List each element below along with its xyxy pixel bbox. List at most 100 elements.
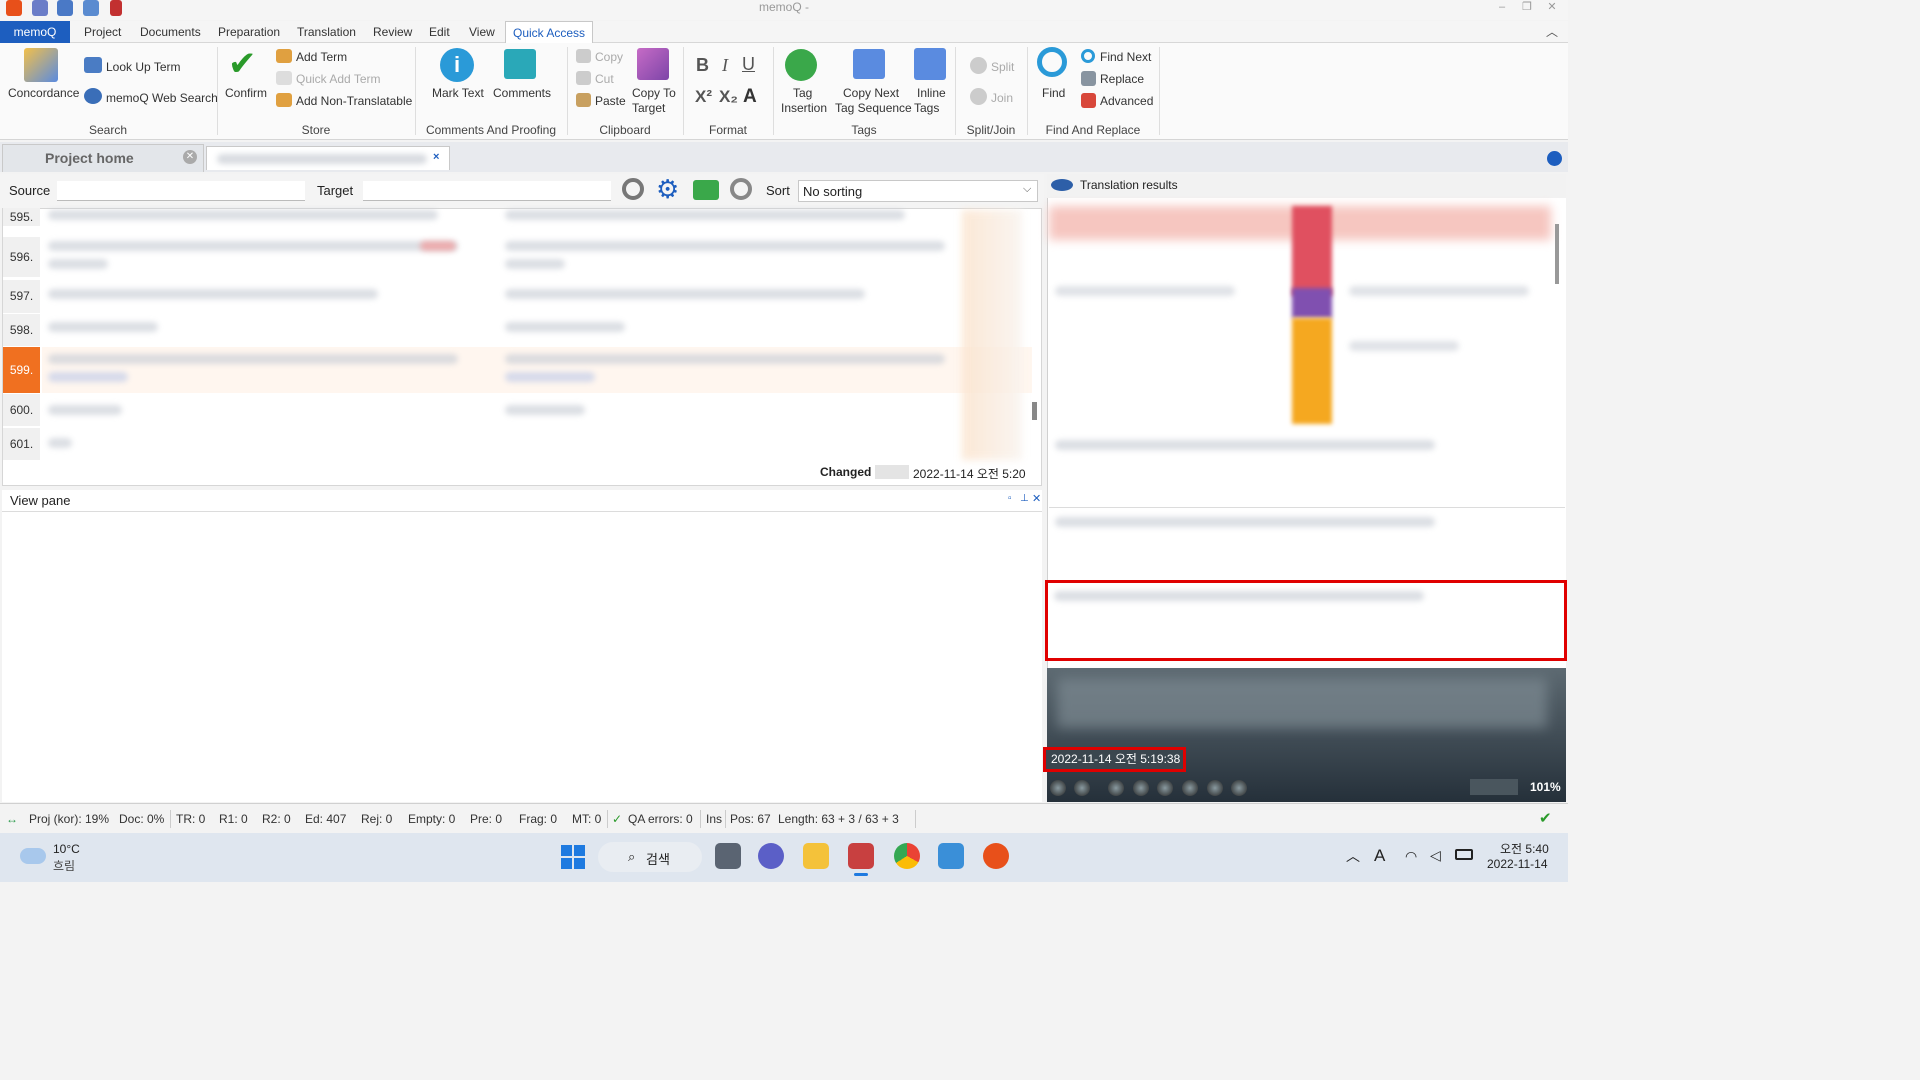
menu-edit[interactable]: Edit xyxy=(422,21,457,43)
memoq-logo-icon[interactable] xyxy=(6,0,22,16)
weather-cloud-icon[interactable] xyxy=(20,848,46,864)
filter-add-icon[interactable] xyxy=(693,180,719,200)
confirm-button[interactable]: Confirm xyxy=(225,86,267,100)
close-window-button[interactable]: ✕ xyxy=(1540,0,1564,14)
clock-date[interactable]: 2022-11-14 xyxy=(1487,857,1548,871)
find-next-button[interactable]: Find Next xyxy=(1100,50,1151,64)
media-control-icon[interactable] xyxy=(1133,780,1149,796)
advanced-button[interactable]: Advanced xyxy=(1100,94,1153,108)
memoq-web-search-button[interactable]: memoQ Web Search xyxy=(106,91,218,105)
taskbar-search-box[interactable]: ⌕ 검색 xyxy=(598,842,702,872)
menu-translation[interactable]: Translation xyxy=(290,21,363,43)
source-segment-blurred[interactable] xyxy=(48,210,438,220)
menu-review[interactable]: Review xyxy=(366,21,419,43)
qat-icon-4[interactable] xyxy=(110,0,122,16)
target-filter-input[interactable] xyxy=(363,181,611,201)
media-control-icon[interactable] xyxy=(1108,780,1124,796)
join-button[interactable]: Join xyxy=(991,91,1013,105)
media-control-icon[interactable] xyxy=(1207,780,1223,796)
bold-icon[interactable]: B xyxy=(696,55,709,76)
concordance-button[interactable]: Concordance xyxy=(8,86,79,100)
results-scrollbar-thumb[interactable] xyxy=(1555,224,1559,284)
replace-button[interactable]: Replace xyxy=(1100,72,1144,86)
look-up-term-button[interactable]: Look Up Term xyxy=(106,60,180,74)
pane-close-icon[interactable]: ✕ xyxy=(1032,492,1041,505)
menu-quick-access[interactable]: Quick Access xyxy=(505,21,594,44)
underline-icon[interactable]: U xyxy=(742,54,755,75)
memoq-taskbar-icon[interactable] xyxy=(983,843,1009,869)
target-segment-blurred[interactable] xyxy=(505,210,905,220)
source-segment-blurred[interactable] xyxy=(48,241,458,251)
copy-button[interactable]: Copy xyxy=(595,50,623,64)
wifi-icon[interactable]: ◠ xyxy=(1405,848,1417,865)
restore-button[interactable]: ❐ xyxy=(1515,0,1539,14)
result-preview-box[interactable] xyxy=(1049,432,1565,508)
target-segment-blurred[interactable] xyxy=(505,405,585,415)
menu-documents[interactable]: Documents xyxy=(133,21,208,43)
status-qa-errors[interactable]: QA errors: 0 xyxy=(628,804,693,834)
chrome-icon[interactable] xyxy=(894,843,920,869)
copy-to-button[interactable]: Copy To xyxy=(632,86,676,100)
tab-project-home[interactable]: Project home ✕ xyxy=(2,144,204,172)
tab-document[interactable]: × xyxy=(206,146,450,170)
source-segment-blurred[interactable] xyxy=(48,289,378,299)
results-list[interactable] xyxy=(1049,206,1551,426)
qat-icon-3[interactable] xyxy=(83,0,99,16)
source-segment-blurred[interactable] xyxy=(48,354,458,364)
clear-filter-icon[interactable] xyxy=(730,178,752,200)
superscript-icon[interactable]: X² xyxy=(695,87,712,107)
target-segment-blurred[interactable] xyxy=(505,241,945,251)
media-control-icon[interactable] xyxy=(1074,780,1090,796)
inline-tags-button[interactable]: Inline xyxy=(917,86,946,100)
font-format-icon[interactable]: A xyxy=(743,86,757,108)
menu-preparation[interactable]: Preparation xyxy=(211,21,287,43)
close-tab-icon[interactable]: ✕ xyxy=(183,150,197,164)
volume-icon[interactable]: ◁ xyxy=(1430,847,1441,864)
filter-search-icon[interactable] xyxy=(622,178,644,200)
grid-scrollbar-thumb[interactable] xyxy=(1032,402,1037,420)
target-segment-blurred[interactable] xyxy=(505,322,625,332)
highlighted-result-box[interactable] xyxy=(1045,580,1567,661)
pane-pin-icon[interactable]: ⊥ xyxy=(1020,493,1029,504)
sort-dropdown[interactable]: No sorting ⌵ xyxy=(798,180,1038,202)
menu-view[interactable]: View xyxy=(462,21,502,43)
notepad-icon[interactable] xyxy=(938,843,964,869)
chevron-up-icon[interactable]: ︿ xyxy=(1346,846,1360,866)
split-button[interactable]: Split xyxy=(991,60,1014,74)
source-segment-blurred[interactable] xyxy=(48,322,158,332)
task-view-icon[interactable] xyxy=(715,843,741,869)
add-non-translatable-button[interactable]: Add Non-Translatable xyxy=(296,94,412,108)
row-number[interactable]: 597. xyxy=(3,280,40,313)
cut-button[interactable]: Cut xyxy=(595,72,614,86)
mark-text-button[interactable]: Mark Text xyxy=(432,86,484,100)
comments-button[interactable]: Comments xyxy=(493,86,551,100)
quick-add-term-button[interactable]: Quick Add Term xyxy=(296,72,380,86)
teams-chat-icon[interactable] xyxy=(758,843,784,869)
media-control-icon[interactable] xyxy=(1157,780,1173,796)
media-control-icon[interactable] xyxy=(1231,780,1247,796)
target-segment-blurred[interactable] xyxy=(505,289,865,299)
pane-float-icon[interactable]: ▫ xyxy=(1008,493,1012,504)
source-segment-blurred[interactable] xyxy=(48,405,122,415)
qat-icon-2[interactable] xyxy=(57,0,73,16)
copy-next-tag-button[interactable]: Copy Next xyxy=(843,86,899,100)
file-explorer-icon[interactable] xyxy=(803,843,829,869)
paste-button[interactable]: Paste xyxy=(595,94,626,108)
subscript-icon[interactable]: X₂ xyxy=(719,87,738,107)
battery-icon[interactable] xyxy=(1455,849,1473,860)
row-number[interactable]: 598. xyxy=(3,314,40,346)
settings-gear-icon[interactable]: ⚙ xyxy=(656,176,679,202)
row-number[interactable]: 600. xyxy=(3,394,40,426)
start-button[interactable] xyxy=(561,845,585,869)
result-preview-box[interactable] xyxy=(1049,509,1565,581)
italic-icon[interactable]: I xyxy=(722,55,728,76)
clock-time[interactable]: 오전 5:40 xyxy=(1500,840,1549,857)
find-button[interactable]: Find xyxy=(1042,86,1065,100)
close-tab-icon[interactable]: × xyxy=(433,151,439,163)
media-control-icon[interactable] xyxy=(1050,780,1066,796)
help-dropdown-icon[interactable] xyxy=(1547,151,1562,166)
snipping-tool-icon[interactable] xyxy=(848,843,874,869)
zoom-slider-redacted[interactable] xyxy=(1470,779,1518,795)
add-term-button[interactable]: Add Term xyxy=(296,50,347,64)
menu-memoq[interactable]: memoQ xyxy=(0,21,70,43)
